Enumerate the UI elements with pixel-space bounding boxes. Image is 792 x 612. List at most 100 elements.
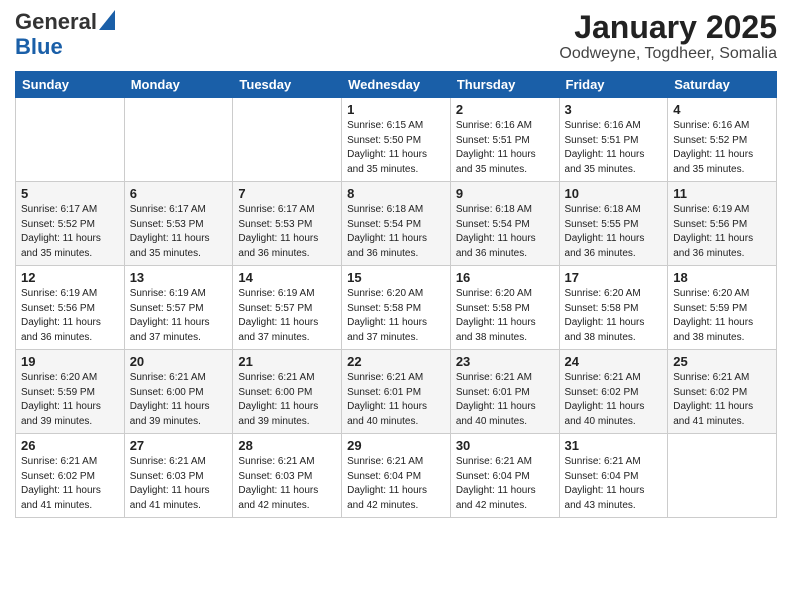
table-row: 1Sunrise: 6:15 AMSunset: 5:50 PMDaylight…	[342, 98, 451, 182]
table-row: 6 Sunrise: 6:17 AMSunset: 5:53 PMDaylight…	[124, 182, 233, 266]
table-row: 28 Sunrise: 6:21 AMSunset: 6:03 PMDayligh…	[233, 434, 342, 518]
calendar-header-row: Sunday Monday Tuesday Wednesday Thursday…	[16, 72, 777, 98]
table-row: 12 Sunrise: 6:19 AMSunset: 5:56 PMDayligh…	[16, 266, 125, 350]
table-row: 8 Sunrise: 6:18 AMSunset: 5:54 PMDaylight…	[342, 182, 451, 266]
table-row: 16Sunrise: 6:20 AMSunset: 5:58 PMDayligh…	[450, 266, 559, 350]
month-title: January 2025	[559, 10, 777, 45]
table-row: 29 Sunrise: 6:21 AMSunset: 6:04 PMDayligh…	[342, 434, 451, 518]
day-info: Sunrise: 6:21 AMSunset: 6:01 PMDaylight:…	[347, 371, 445, 429]
day-info: Sunrise: 6:16 AMSunset: 5:51 PMDaylight:…	[456, 119, 554, 177]
table-row: 19 Sunrise: 6:20 AMSunset: 5:59 PMDayligh…	[16, 350, 125, 434]
day-info: Sunrise: 6:18 AMSunset: 5:55 PMDaylight:…	[565, 203, 663, 261]
table-row: 22 Sunrise: 6:21 AMSunset: 6:01 PMDayligh…	[342, 350, 451, 434]
day-number: 20	[130, 354, 228, 369]
table-row: 26 Sunrise: 6:21 AMSunset: 6:02 PMDayligh…	[16, 434, 125, 518]
table-row: 7 Sunrise: 6:17 AMSunset: 5:53 PMDaylight…	[233, 182, 342, 266]
day-number: 5	[21, 186, 119, 201]
calendar-week-row: 1Sunrise: 6:15 AMSunset: 5:50 PMDaylight…	[16, 98, 777, 182]
day-info: Sunrise: 6:19 AMSunset: 5:57 PMDaylight:…	[238, 287, 336, 345]
day-number: 8	[347, 186, 445, 201]
table-row: 9 Sunrise: 6:18 AMSunset: 5:54 PMDaylight…	[450, 182, 559, 266]
day-info: Sunrise: 6:17 AMSunset: 5:53 PMDaylight:…	[238, 203, 336, 261]
day-info: Sunrise: 6:21 AMSunset: 6:03 PMDaylight:…	[130, 455, 228, 513]
table-row	[668, 434, 777, 518]
col-tuesday: Tuesday	[233, 72, 342, 98]
table-row: 14 Sunrise: 6:19 AMSunset: 5:57 PMDayligh…	[233, 266, 342, 350]
day-number: 27	[130, 438, 228, 453]
table-row: 23 Sunrise: 6:21 AMSunset: 6:01 PMDayligh…	[450, 350, 559, 434]
table-row: 11Sunrise: 6:19 AMSunset: 5:56 PMDayligh…	[668, 182, 777, 266]
day-number: 26	[21, 438, 119, 453]
table-row: 30 Sunrise: 6:21 AMSunset: 6:04 PMDayligh…	[450, 434, 559, 518]
day-number: 16	[456, 270, 554, 285]
day-info: Sunrise: 6:17 AMSunset: 5:52 PMDaylight:…	[21, 203, 119, 261]
table-row: 17Sunrise: 6:20 AMSunset: 5:58 PMDayligh…	[559, 266, 668, 350]
table-row: 27 Sunrise: 6:21 AMSunset: 6:03 PMDayligh…	[124, 434, 233, 518]
col-wednesday: Wednesday	[342, 72, 451, 98]
day-info: Sunrise: 6:18 AMSunset: 5:54 PMDaylight:…	[347, 203, 445, 261]
calendar-week-row: 19 Sunrise: 6:20 AMSunset: 5:59 PMDayligh…	[16, 350, 777, 434]
location-title: Oodweyne, Togdheer, Somalia	[559, 45, 777, 63]
day-info: Sunrise: 6:20 AMSunset: 5:59 PMDaylight:…	[21, 371, 119, 429]
day-number: 19	[21, 354, 119, 369]
day-info: Sunrise: 6:20 AMSunset: 5:58 PMDaylight:…	[347, 287, 445, 345]
col-sunday: Sunday	[16, 72, 125, 98]
logo-general: General	[15, 10, 97, 34]
day-info: Sunrise: 6:21 AMSunset: 6:01 PMDaylight:…	[456, 371, 554, 429]
day-number: 13	[130, 270, 228, 285]
table-row: 25Sunrise: 6:21 AMSunset: 6:02 PMDayligh…	[668, 350, 777, 434]
calendar-week-row: 5 Sunrise: 6:17 AMSunset: 5:52 PMDaylight…	[16, 182, 777, 266]
day-info: Sunrise: 6:16 AMSunset: 5:51 PMDaylight:…	[565, 119, 663, 177]
day-info: Sunrise: 6:17 AMSunset: 5:53 PMDaylight:…	[130, 203, 228, 261]
page: General Blue January 2025 Oodweyne, Togd…	[0, 0, 792, 612]
day-number: 6	[130, 186, 228, 201]
logo-triangle-icon	[99, 10, 115, 30]
day-info: Sunrise: 6:21 AMSunset: 6:04 PMDaylight:…	[456, 455, 554, 513]
col-monday: Monday	[124, 72, 233, 98]
table-row: 10 Sunrise: 6:18 AMSunset: 5:55 PMDayligh…	[559, 182, 668, 266]
table-row: 24Sunrise: 6:21 AMSunset: 6:02 PMDayligh…	[559, 350, 668, 434]
day-number: 4	[673, 102, 771, 117]
table-row: 13 Sunrise: 6:19 AMSunset: 5:57 PMDayligh…	[124, 266, 233, 350]
table-row: 5 Sunrise: 6:17 AMSunset: 5:52 PMDaylight…	[16, 182, 125, 266]
day-info: Sunrise: 6:20 AMSunset: 5:58 PMDaylight:…	[565, 287, 663, 345]
day-number: 30	[456, 438, 554, 453]
day-number: 23	[456, 354, 554, 369]
calendar-week-row: 12 Sunrise: 6:19 AMSunset: 5:56 PMDayligh…	[16, 266, 777, 350]
day-number: 10	[565, 186, 663, 201]
day-number: 24	[565, 354, 663, 369]
day-info: Sunrise: 6:19 AMSunset: 5:57 PMDaylight:…	[130, 287, 228, 345]
day-number: 12	[21, 270, 119, 285]
header: General Blue January 2025 Oodweyne, Togd…	[15, 10, 777, 63]
table-row: 4Sunrise: 6:16 AMSunset: 5:52 PMDaylight…	[668, 98, 777, 182]
day-info: Sunrise: 6:21 AMSunset: 6:04 PMDaylight:…	[347, 455, 445, 513]
table-row: 21Sunrise: 6:21 AMSunset: 6:00 PMDayligh…	[233, 350, 342, 434]
day-number: 2	[456, 102, 554, 117]
day-info: Sunrise: 6:20 AMSunset: 5:59 PMDaylight:…	[673, 287, 771, 345]
calendar-table: Sunday Monday Tuesday Wednesday Thursday…	[15, 71, 777, 518]
day-info: Sunrise: 6:15 AMSunset: 5:50 PMDaylight:…	[347, 119, 445, 177]
day-info: Sunrise: 6:21 AMSunset: 6:02 PMDaylight:…	[673, 371, 771, 429]
day-number: 11	[673, 186, 771, 201]
day-number: 15	[347, 270, 445, 285]
table-row: 2 Sunrise: 6:16 AMSunset: 5:51 PMDaylight…	[450, 98, 559, 182]
calendar-week-row: 26 Sunrise: 6:21 AMSunset: 6:02 PMDayligh…	[16, 434, 777, 518]
day-number: 22	[347, 354, 445, 369]
day-number: 14	[238, 270, 336, 285]
day-number: 21	[238, 354, 336, 369]
day-info: Sunrise: 6:19 AMSunset: 5:56 PMDaylight:…	[21, 287, 119, 345]
table-row	[233, 98, 342, 182]
day-info: Sunrise: 6:21 AMSunset: 6:00 PMDaylight:…	[130, 371, 228, 429]
day-info: Sunrise: 6:21 AMSunset: 6:02 PMDaylight:…	[21, 455, 119, 513]
day-info: Sunrise: 6:21 AMSunset: 6:03 PMDaylight:…	[238, 455, 336, 513]
day-number: 18	[673, 270, 771, 285]
day-number: 7	[238, 186, 336, 201]
day-number: 3	[565, 102, 663, 117]
day-number: 9	[456, 186, 554, 201]
day-number: 28	[238, 438, 336, 453]
logo-blue: Blue	[15, 35, 63, 59]
table-row: 31Sunrise: 6:21 AMSunset: 6:04 PMDayligh…	[559, 434, 668, 518]
table-row: 20 Sunrise: 6:21 AMSunset: 6:00 PMDayligh…	[124, 350, 233, 434]
day-info: Sunrise: 6:18 AMSunset: 5:54 PMDaylight:…	[456, 203, 554, 261]
day-number: 29	[347, 438, 445, 453]
